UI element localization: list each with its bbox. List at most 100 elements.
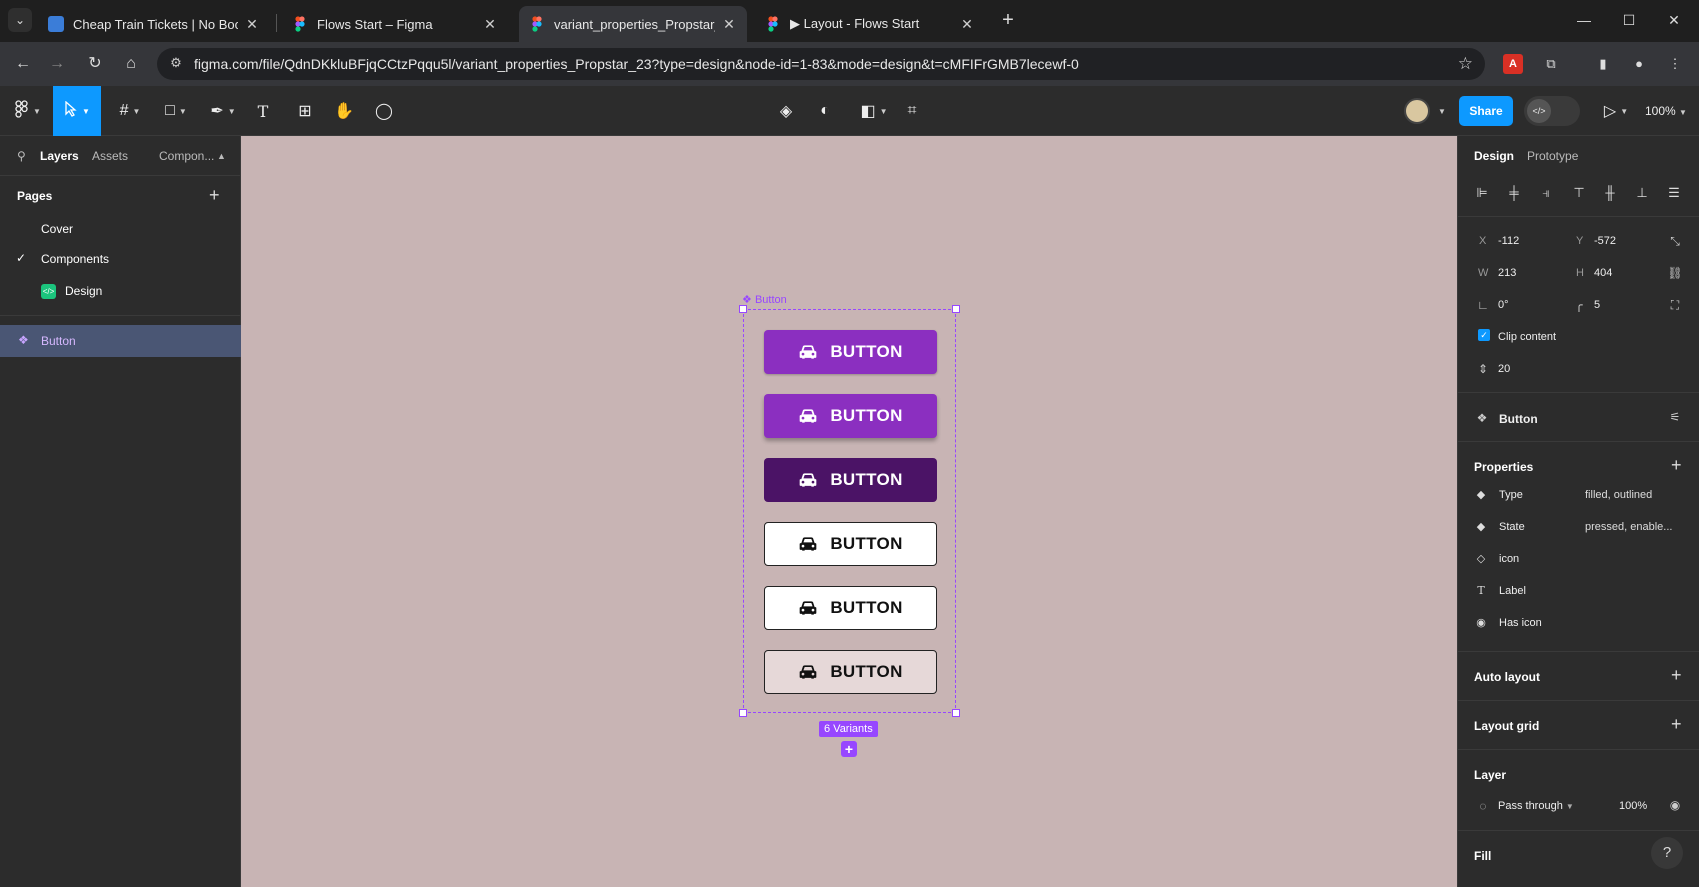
tab-search-dropdown[interactable]: ⌄ bbox=[8, 8, 32, 32]
resources-tool-button[interactable]: ⊞ bbox=[294, 86, 316, 136]
constraints-icon[interactable]: ⤡ bbox=[1667, 234, 1683, 249]
variant-outlined-pressed[interactable]: BUTTON bbox=[764, 650, 937, 694]
tab-trainline[interactable]: Cheap Train Tickets | No Booking Fee ✕ bbox=[38, 6, 270, 42]
property-row-label[interactable]: T Label bbox=[1458, 576, 1699, 606]
close-window-icon[interactable]: ✕ bbox=[1662, 8, 1686, 32]
page-item-cover[interactable]: Cover bbox=[0, 214, 241, 244]
comment-tool-button[interactable]: ◯ bbox=[373, 86, 395, 136]
search-icon[interactable]: ⚲ bbox=[17, 149, 26, 163]
align-bottom-icon[interactable]: ⊥ bbox=[1632, 183, 1652, 203]
component-set-frame[interactable]: BUTTON BUTTON BUTTON BUTTON BUTTON BUTTO… bbox=[739, 305, 960, 717]
add-variant-button[interactable]: + bbox=[841, 741, 857, 757]
blend-mode-dropdown[interactable]: Pass through ▼ bbox=[1498, 800, 1574, 812]
variant-filled-pressed[interactable]: BUTTON bbox=[764, 458, 937, 502]
crop-tool-button[interactable]: ⌗ bbox=[901, 86, 923, 136]
tab-design[interactable]: Design bbox=[1474, 149, 1514, 163]
pdf-extension-icon[interactable]: A bbox=[1503, 54, 1523, 74]
browser-menu-icon[interactable]: ⋮ bbox=[1665, 54, 1685, 74]
tab-components[interactable]: Compon... bbox=[159, 149, 214, 163]
resize-handle[interactable] bbox=[952, 305, 960, 313]
add-property-icon[interactable]: + bbox=[1671, 455, 1682, 476]
side-panel-icon[interactable]: ▮ bbox=[1593, 54, 1613, 74]
resize-handle[interactable] bbox=[952, 709, 960, 717]
avatar[interactable] bbox=[1404, 98, 1430, 124]
tab-assets[interactable]: Assets bbox=[92, 149, 128, 163]
multiplayer-dropdown[interactable]: ▼ bbox=[1434, 86, 1446, 136]
variant-outlined-enabled[interactable]: BUTTON bbox=[764, 522, 937, 566]
bookmark-star-icon[interactable]: ☆ bbox=[1458, 54, 1473, 74]
extensions-puzzle-icon[interactable]: ⧉ bbox=[1541, 54, 1561, 74]
share-button[interactable]: Share bbox=[1459, 96, 1513, 126]
chevron-up-icon[interactable]: ▲ bbox=[217, 151, 226, 161]
property-row-type[interactable]: ◆ Type filled, outlined bbox=[1458, 480, 1699, 510]
tab-flows-start[interactable]: Flows Start – Figma ✕ bbox=[282, 6, 508, 42]
canvas[interactable]: ❖ Button BUTTON BUTTON BUTTON BUTTON BUT… bbox=[241, 136, 1457, 887]
help-button[interactable]: ? bbox=[1651, 837, 1683, 869]
text-tool-button[interactable]: T bbox=[252, 86, 274, 136]
component-tool-button[interactable]: ◈ bbox=[775, 86, 797, 136]
property-row-icon[interactable]: ◇ icon bbox=[1458, 544, 1699, 574]
property-row-has-icon[interactable]: ◉ Has icon bbox=[1458, 608, 1699, 638]
variant-filled-enabled[interactable]: BUTTON bbox=[764, 330, 937, 374]
add-auto-layout-icon[interactable]: + bbox=[1671, 665, 1682, 686]
layer-item-button[interactable]: ❖ Button bbox=[0, 325, 241, 357]
tab-layout-flows-start[interactable]: ▶ Layout - Flows Start ✕ bbox=[755, 6, 985, 42]
height-field[interactable]: 404 bbox=[1594, 267, 1612, 279]
hand-tool-button[interactable]: ✋ bbox=[333, 86, 355, 136]
distribute-icon[interactable]: ☰ bbox=[1664, 183, 1684, 203]
back-icon[interactable]: ← bbox=[11, 52, 35, 76]
tab-layers[interactable]: Layers bbox=[40, 149, 79, 163]
eye-icon[interactable]: ◉ bbox=[1667, 798, 1683, 812]
x-field[interactable]: -112 bbox=[1498, 235, 1519, 247]
constrain-proportions-icon[interactable]: ⛓ bbox=[1667, 266, 1683, 280]
dev-mode-toggle[interactable]: </> bbox=[1524, 96, 1580, 126]
present-button[interactable]: ▷ ▼ bbox=[1599, 86, 1633, 136]
align-vertical-center-icon[interactable]: ╫ bbox=[1600, 183, 1620, 203]
frame-tool-button[interactable]: # ▼ bbox=[112, 86, 148, 136]
shape-tool-button[interactable]: □ ▼ bbox=[158, 86, 194, 136]
zoom-dropdown[interactable]: 100% ▼ bbox=[1645, 104, 1687, 118]
resize-handle[interactable] bbox=[739, 709, 747, 717]
component-set-label[interactable]: ❖ Button bbox=[742, 293, 787, 306]
gap-field[interactable]: 20 bbox=[1498, 363, 1510, 375]
y-field[interactable]: -572 bbox=[1594, 235, 1616, 247]
tab-variant-properties[interactable]: variant_properties_Propstar_23 ✕ bbox=[519, 6, 747, 42]
new-tab-button[interactable]: + bbox=[996, 9, 1020, 33]
width-field[interactable]: 213 bbox=[1498, 267, 1516, 279]
corner-radius-field[interactable]: 5 bbox=[1594, 299, 1600, 311]
property-row-state[interactable]: ◆ State pressed, enable... bbox=[1458, 512, 1699, 542]
reload-icon[interactable]: ↻ bbox=[83, 52, 107, 76]
main-menu-button[interactable]: ▼ bbox=[8, 86, 48, 136]
resize-handle[interactable] bbox=[739, 305, 747, 313]
forward-icon[interactable]: → bbox=[45, 52, 69, 76]
close-tab-icon[interactable]: ✕ bbox=[244, 16, 260, 33]
align-right-icon[interactable]: ⫣ bbox=[1536, 183, 1556, 203]
variant-outlined-hover[interactable]: BUTTON bbox=[764, 586, 937, 630]
home-icon[interactable]: ⌂ bbox=[119, 52, 143, 76]
align-horizontal-center-icon[interactable]: ╪ bbox=[1504, 183, 1524, 203]
mask-tool-button[interactable]: ◐ bbox=[814, 86, 836, 136]
boolean-tool-button[interactable]: ◧ ▼ bbox=[856, 86, 892, 136]
clip-content-checkbox[interactable]: ✓ bbox=[1478, 329, 1490, 341]
independent-corners-icon[interactable]: ⛶ bbox=[1667, 298, 1683, 313]
profile-icon[interactable]: ● bbox=[1629, 54, 1649, 74]
page-item-design[interactable]: </> Design bbox=[0, 276, 241, 306]
move-tool-button[interactable]: ▼ bbox=[53, 86, 101, 136]
component-settings-icon[interactable]: ⚟ bbox=[1667, 410, 1683, 424]
add-page-icon[interactable]: + bbox=[209, 185, 220, 206]
minimize-icon[interactable]: — bbox=[1572, 8, 1596, 32]
pen-tool-button[interactable]: ✒ ▼ bbox=[205, 86, 241, 136]
close-tab-icon[interactable]: ✕ bbox=[959, 16, 975, 33]
variant-filled-hover[interactable]: BUTTON bbox=[764, 394, 937, 438]
close-tab-icon[interactable]: ✕ bbox=[482, 16, 498, 33]
address-bar[interactable]: ⚙ figma.com/file/QdnDKkluBFjqCCtzPqqu5l/… bbox=[157, 48, 1485, 80]
page-item-components[interactable]: ✓ Components bbox=[0, 244, 241, 274]
maximize-icon[interactable]: ☐ bbox=[1617, 8, 1641, 32]
opacity-field[interactable]: 100% bbox=[1619, 800, 1647, 812]
tab-prototype[interactable]: Prototype bbox=[1527, 149, 1578, 163]
close-tab-icon[interactable]: ✕ bbox=[721, 16, 737, 33]
align-left-icon[interactable]: ⊫ bbox=[1472, 183, 1492, 203]
add-layout-grid-icon[interactable]: + bbox=[1671, 714, 1682, 735]
rotation-field[interactable]: 0° bbox=[1498, 299, 1509, 311]
align-top-icon[interactable]: ⊤ bbox=[1569, 183, 1589, 203]
